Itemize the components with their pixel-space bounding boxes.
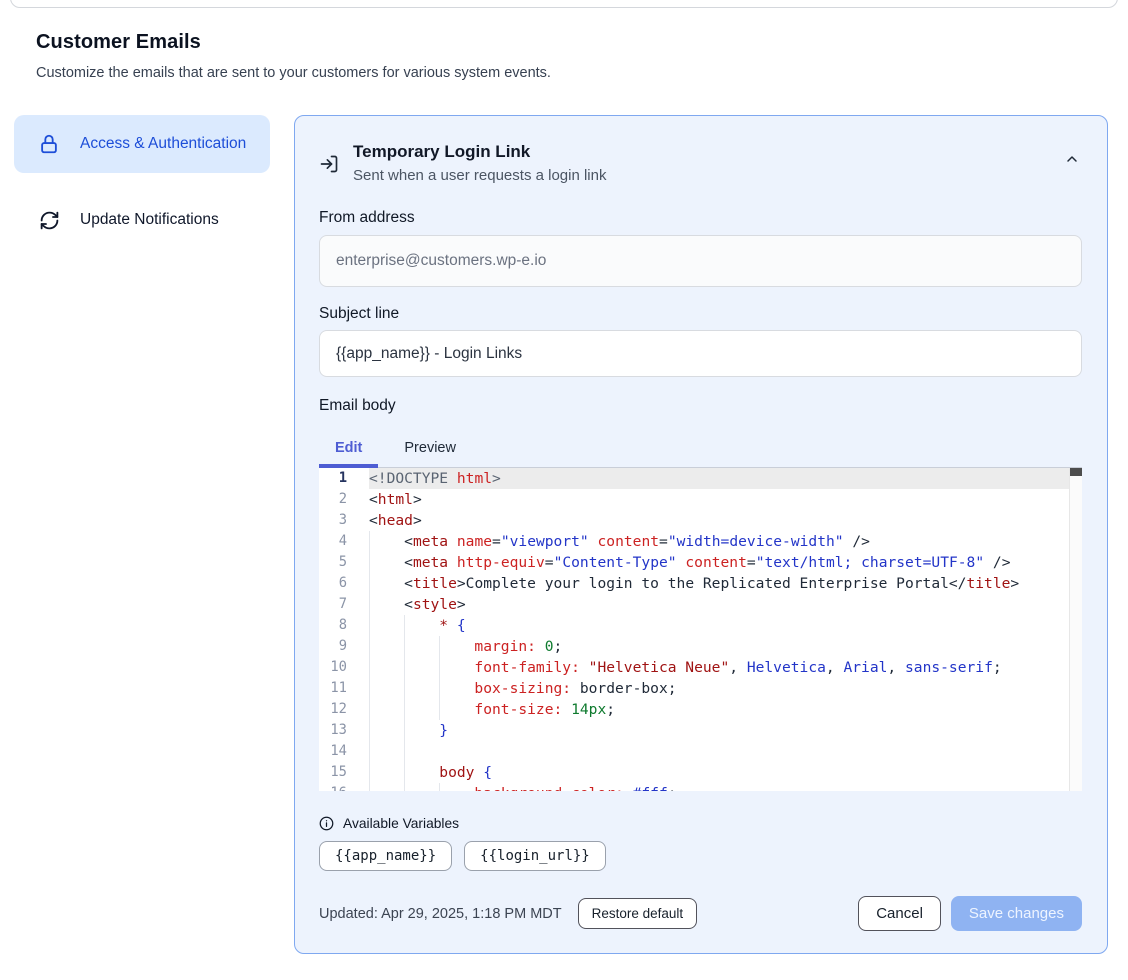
card-subtitle: Sent when a user requests a login link	[353, 167, 606, 184]
collapse-card-button[interactable]	[1062, 149, 1082, 169]
line-number: 3	[319, 510, 369, 531]
code-line: 11box-sizing: border-box;	[319, 678, 1082, 699]
refresh-icon	[38, 209, 60, 231]
lock-icon	[38, 133, 60, 155]
chevron-up-icon	[1064, 151, 1080, 167]
code-line: 8* {	[319, 615, 1082, 636]
line-number: 12	[319, 699, 369, 720]
page-header: Customer Emails Customize the emails tha…	[0, 0, 1128, 81]
updated-timestamp: Updated: Apr 29, 2025, 1:18 PM MDT	[319, 906, 562, 922]
code-line: 1<!DOCTYPE html>	[319, 468, 1082, 489]
code-editor-lines: 1<!DOCTYPE html>2<html>3<head>4<meta nam…	[319, 468, 1082, 791]
line-number: 4	[319, 531, 369, 552]
line-number: 11	[319, 678, 369, 699]
line-number: 10	[319, 657, 369, 678]
tab-preview[interactable]: Preview	[388, 428, 472, 467]
editor-scrollbar-thumb[interactable]	[1070, 468, 1082, 476]
editor-scrollbar-track[interactable]	[1069, 468, 1082, 791]
code-line: 12font-size: 14px;	[319, 699, 1082, 720]
code-line: 7<style>	[319, 594, 1082, 615]
available-variables-label: Available Variables	[343, 816, 459, 831]
info-icon	[319, 816, 334, 831]
sidebar-item-label: Access & Authentication	[80, 132, 246, 156]
email-body-tabs: Edit Preview	[319, 428, 1082, 468]
line-number: 5	[319, 552, 369, 573]
line-number: 14	[319, 741, 369, 762]
temporary-login-link-card: Temporary Login Link Sent when a user re…	[294, 115, 1108, 954]
page-title: Customer Emails	[36, 31, 1092, 54]
log-in-icon	[319, 154, 339, 174]
subject-line-input[interactable]	[319, 330, 1082, 377]
card-header: Temporary Login Link Sent when a user re…	[319, 141, 1082, 184]
previous-card-bottom-edge	[10, 0, 1118, 8]
code-line: 2<html>	[319, 489, 1082, 510]
sidebar-item-access-authentication[interactable]: Access & Authentication	[14, 115, 270, 173]
line-number: 1	[319, 468, 369, 489]
code-editor[interactable]: 1<!DOCTYPE html>2<html>3<head>4<meta nam…	[319, 468, 1082, 791]
card-title: Temporary Login Link	[353, 141, 606, 163]
code-line: 16background-color: #fff;	[319, 783, 1082, 791]
line-number: 16	[319, 783, 369, 791]
code-line: 6<title>Complete your login to the Repli…	[319, 573, 1082, 594]
line-number: 9	[319, 636, 369, 657]
line-number: 7	[319, 594, 369, 615]
email-types-sidebar: Access & Authentication Update Notificat…	[14, 115, 270, 245]
code-line: 5<meta http-equiv="Content-Type" content…	[319, 552, 1082, 573]
email-body-label: Email body	[319, 397, 1082, 415]
subject-line-label: Subject line	[319, 305, 1082, 323]
line-number: 8	[319, 615, 369, 636]
code-line: 3<head>	[319, 510, 1082, 531]
restore-default-button[interactable]: Restore default	[578, 898, 698, 929]
from-address-label: From address	[319, 209, 1082, 227]
sidebar-item-label: Update Notifications	[80, 211, 219, 229]
from-address-input[interactable]	[319, 235, 1082, 287]
code-line: 4<meta name="viewport" content="width=de…	[319, 531, 1082, 552]
line-number: 15	[319, 762, 369, 783]
page-subtitle: Customize the emails that are sent to yo…	[36, 65, 1092, 81]
tab-edit[interactable]: Edit	[319, 428, 378, 467]
cancel-button[interactable]: Cancel	[858, 896, 941, 931]
code-line: 10font-family: "Helvetica Neue", Helveti…	[319, 657, 1082, 678]
line-number: 13	[319, 720, 369, 741]
code-line: 14	[319, 741, 1082, 762]
variable-chip-login-url[interactable]: {{login_url}}	[464, 841, 606, 871]
variable-chip-app-name[interactable]: {{app_name}}	[319, 841, 452, 871]
code-line: 15body {	[319, 762, 1082, 783]
code-line: 9margin: 0;	[319, 636, 1082, 657]
line-number: 2	[319, 489, 369, 510]
line-number: 6	[319, 573, 369, 594]
save-changes-button[interactable]: Save changes	[951, 896, 1082, 931]
sidebar-item-update-notifications[interactable]: Update Notifications	[14, 195, 270, 245]
code-line: 13}	[319, 720, 1082, 741]
